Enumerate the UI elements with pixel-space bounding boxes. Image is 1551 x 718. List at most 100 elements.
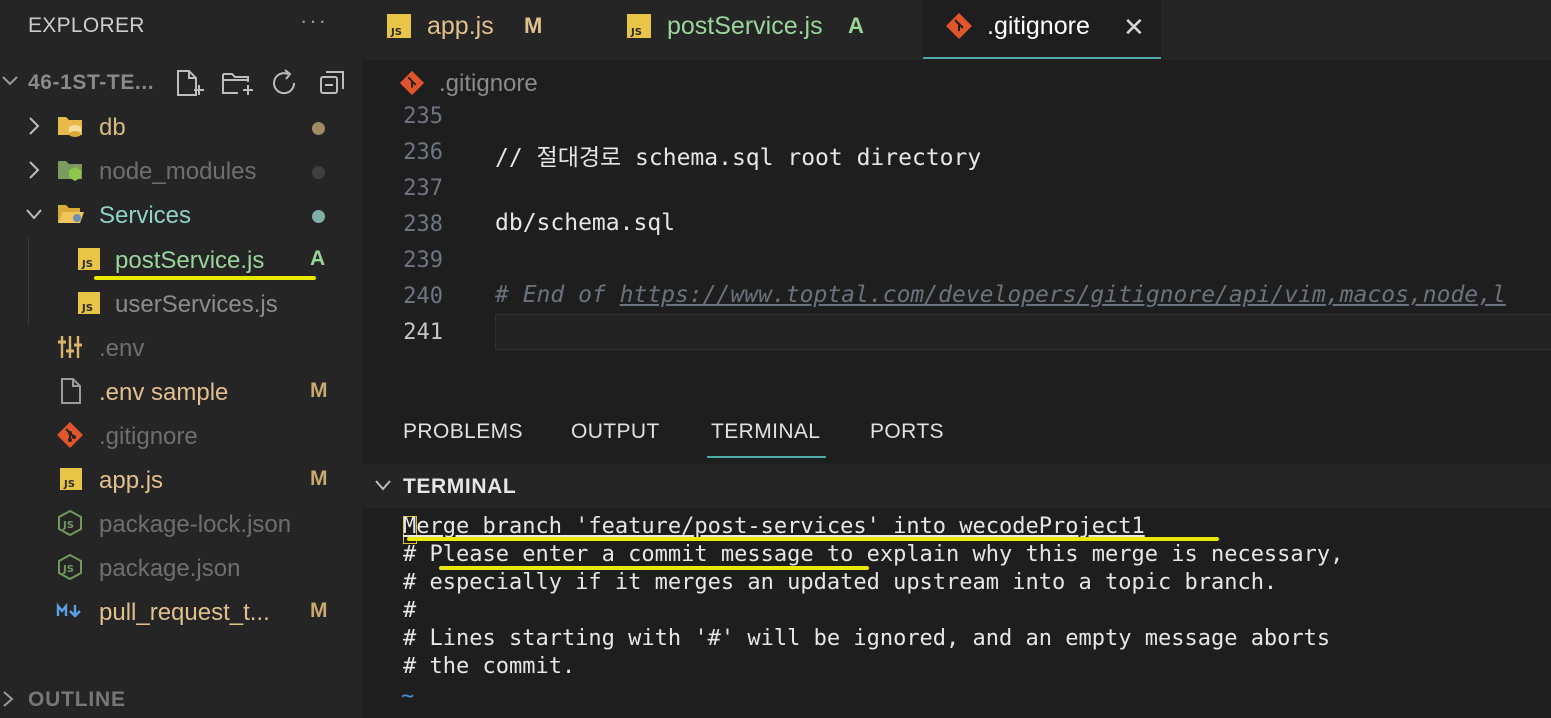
comment-prefix: # End of: [495, 282, 620, 308]
outline-section-header[interactable]: OUTLINE: [0, 680, 363, 718]
file-icon: [61, 378, 81, 404]
tree-item-label: pull_request_t...: [99, 599, 270, 626]
modified-dot: [312, 122, 325, 135]
annotation-underline: [407, 537, 1219, 541]
annotation-underline: [94, 276, 316, 280]
terminal-line: #: [403, 598, 417, 623]
workspace-root-name: 46-1ST-TE...: [28, 71, 155, 94]
tree-item-label: db: [99, 114, 126, 141]
explorer-title: EXPLORER: [28, 14, 145, 37]
refresh-icon[interactable]: [268, 68, 302, 98]
nodejs-icon: JS: [58, 554, 82, 580]
tab-ports[interactable]: PORTS: [870, 420, 944, 444]
tree-item-pull-request-template[interactable]: pull_request_t... M: [0, 589, 363, 633]
line-number: 237: [403, 176, 443, 201]
breadcrumb: .gitignore: [363, 62, 1551, 102]
workspace-root-row[interactable]: 46-1ST-TE...: [0, 60, 363, 104]
tab-app-js[interactable]: JS app.js M: [363, 0, 603, 60]
node-folder-icon: [58, 161, 82, 181]
tree-item-label: Services: [99, 202, 192, 229]
tree-item-package-lock-json[interactable]: JS package-lock.json: [0, 501, 363, 545]
tree-item-label: postService.js: [115, 247, 265, 274]
more-actions-icon[interactable]: ···: [300, 8, 328, 34]
tab-postservice-js[interactable]: JS postService.js A: [603, 0, 923, 60]
tree-item-label: node_modules: [99, 158, 257, 185]
settings-sliders-icon: [58, 336, 82, 358]
git-icon: [946, 13, 972, 39]
new-folder-icon[interactable]: [220, 68, 254, 98]
code-editor[interactable]: 235 236 // 절대경로 schema.sql root director…: [363, 102, 1551, 364]
git-status-badge: A: [848, 13, 864, 38]
line-number-active: 241: [403, 320, 443, 345]
nodejs-icon: JS: [58, 510, 82, 536]
close-icon[interactable]: ✕: [1123, 12, 1145, 43]
tab-label: .gitignore: [987, 12, 1090, 40]
terminal-line: # Please enter a commit message to expla…: [403, 542, 1344, 567]
line-number: 239: [403, 248, 443, 273]
tab-problems[interactable]: PROBLEMS: [403, 420, 523, 444]
git-icon: [399, 70, 425, 96]
terminal-section-header[interactable]: TERMINAL: [363, 464, 1551, 508]
tree-item-node-modules[interactable]: node_modules: [0, 148, 363, 192]
git-status-badge: M: [310, 379, 328, 402]
active-tab-indicator: [923, 57, 1161, 59]
code-line: db/schema.sql: [495, 210, 676, 236]
open-folder-icon: [58, 205, 84, 223]
git-status-badge: M: [524, 13, 543, 38]
collapse-all-icon[interactable]: [316, 68, 350, 98]
js-file-icon: JS: [387, 14, 411, 38]
tree-item-label: .env: [99, 335, 145, 362]
js-file-icon: JS: [627, 14, 651, 38]
svg-text:JS: JS: [81, 259, 93, 270]
chevron-right-icon: [29, 161, 40, 179]
tree-item-label: userServices.js: [115, 291, 278, 318]
tab-label: postService.js: [667, 12, 823, 40]
tree-item-env-sample[interactable]: .env sample M: [0, 369, 363, 413]
svg-text:JS: JS: [62, 564, 74, 575]
tree-item-label: package-lock.json: [99, 511, 292, 538]
explorer-sidebar: EXPLORER ··· 46-1ST-TE... db node_module…: [0, 0, 363, 718]
chevron-down-icon: [2, 76, 18, 86]
tree-item-env[interactable]: .env: [0, 325, 363, 369]
database-folder-icon: [58, 117, 82, 137]
line-number: 236: [403, 140, 443, 165]
chevron-down-icon: [26, 209, 42, 220]
tab-label: app.js: [427, 12, 494, 40]
tree-item-label: .gitignore: [99, 423, 198, 450]
tree-item-app-js[interactable]: JS app.js M: [0, 457, 363, 501]
breadcrumb-file[interactable]: .gitignore: [439, 70, 538, 98]
tree-item-label: .env sample: [99, 379, 229, 406]
tree-item-db[interactable]: db: [0, 104, 363, 148]
editor-tab-bar: JS app.js M JS postService.js A .gitigno…: [363, 0, 1551, 60]
tree-item-label: package.json: [99, 555, 241, 582]
svg-text:JS: JS: [63, 479, 75, 490]
explorer-header: EXPLORER ···: [0, 0, 363, 52]
code-line: // 절대경로 schema.sql root directory: [495, 145, 982, 171]
terminal-line: # the commit.: [403, 654, 576, 679]
comment-url[interactable]: https://www.toptal.com/developers/gitign…: [620, 282, 1506, 308]
js-file-icon: JS: [78, 292, 100, 314]
ignored-dot: [312, 166, 325, 179]
tree-item-label: app.js: [99, 467, 164, 494]
tree-item-services[interactable]: Services: [0, 192, 363, 236]
bottom-panel: PROBLEMS OUTPUT TERMINAL PORTS TERMINAL …: [363, 400, 1551, 718]
tree-item-userservices-js[interactable]: JS userServices.js: [0, 281, 363, 325]
chevron-right-icon: [29, 117, 40, 135]
tab-terminal[interactable]: TERMINAL: [711, 420, 820, 444]
markdown-icon: [56, 602, 81, 618]
outline-title: OUTLINE: [28, 688, 126, 711]
tab-output[interactable]: OUTPUT: [571, 420, 660, 444]
tab-gitignore[interactable]: .gitignore ✕: [923, 0, 1161, 60]
svg-text:JS: JS: [62, 520, 74, 531]
line-number: 240: [403, 284, 443, 309]
tree-item-package-json[interactable]: JS package.json: [0, 545, 363, 589]
terminal-line: Merge branch 'feature/post-services' int…: [403, 514, 1145, 539]
annotation-underline: [439, 566, 869, 570]
svg-text:JS: JS: [390, 27, 402, 38]
tree-item-gitignore[interactable]: .gitignore: [0, 413, 363, 457]
tree-item-postservice-js[interactable]: JS postService.js A: [0, 237, 363, 281]
new-file-icon[interactable]: [172, 68, 206, 98]
git-status-badge: M: [310, 599, 328, 622]
chevron-down-icon: [375, 480, 391, 491]
current-line-highlight: [495, 314, 1551, 350]
